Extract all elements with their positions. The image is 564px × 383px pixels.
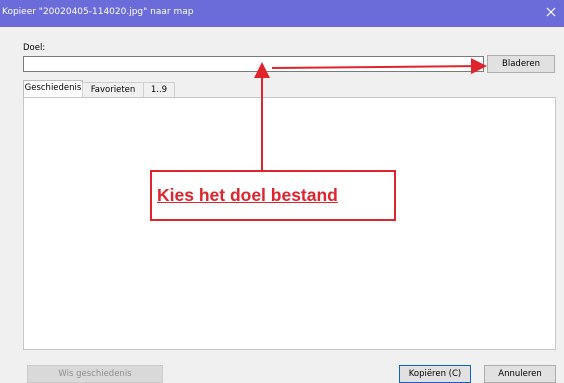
close-icon[interactable]: [544, 5, 558, 19]
annotation-text: Kies het doel bestand: [157, 185, 338, 205]
kopieren-button[interactable]: Kopiëren (C): [399, 365, 471, 383]
doel-input[interactable]: [23, 56, 484, 72]
wis-geschiedenis-button[interactable]: Wis geschiedenis: [27, 365, 163, 383]
tab-geschiedenis[interactable]: Geschiedenis: [23, 80, 83, 97]
history-list[interactable]: [23, 97, 556, 350]
title-bar: Kopieer "20020405-114020.jpg" naar map: [0, 0, 564, 27]
tab-favorieten[interactable]: Favorieten: [82, 82, 144, 97]
doel-label: Doel:: [23, 43, 46, 53]
annuleren-button[interactable]: Annuleren: [484, 365, 556, 383]
window-title: Kopieer "20020405-114020.jpg" naar map: [2, 7, 194, 17]
bladeren-button[interactable]: Bladeren: [487, 55, 555, 73]
tab-1-9[interactable]: 1..9: [143, 82, 175, 97]
